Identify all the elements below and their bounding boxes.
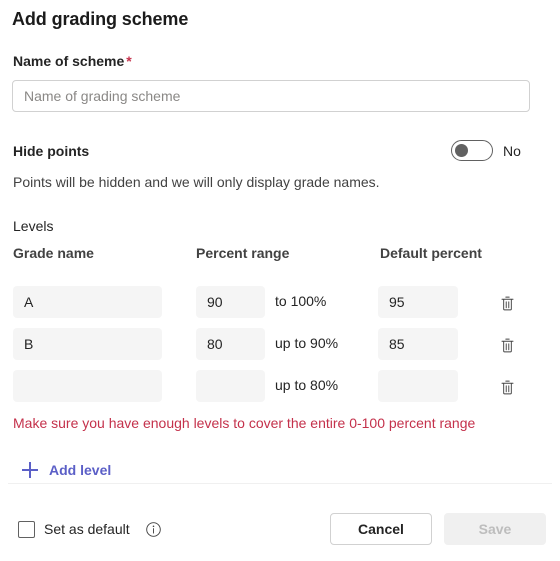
hide-points-description: Points will be hidden and we will only d… — [13, 174, 380, 190]
info-icon[interactable] — [145, 521, 162, 538]
column-header-percent-range: Percent range — [196, 245, 290, 261]
trash-icon — [501, 380, 513, 394]
table-row: to 100% — [0, 286, 560, 318]
range-text-2: up to 90% — [275, 335, 339, 351]
save-button: Save — [444, 513, 546, 545]
delete-level-button-3[interactable] — [494, 374, 520, 400]
column-header-grade-name: Grade name — [13, 245, 94, 261]
default-percent-input-2[interactable] — [378, 328, 458, 360]
grade-name-input-1[interactable] — [13, 286, 162, 318]
set-as-default-label: Set as default — [44, 521, 130, 537]
default-percent-input-1[interactable] — [378, 286, 458, 318]
trash-icon — [501, 338, 513, 352]
name-of-scheme-label: Name of scheme * — [13, 53, 132, 69]
delete-level-button-2[interactable] — [494, 332, 520, 358]
add-level-label: Add level — [49, 462, 112, 478]
hide-points-toggle-state: No — [503, 143, 521, 159]
plus-icon — [22, 462, 38, 478]
add-grading-scheme-panel: Add grading scheme Name of scheme* Hide … — [0, 0, 560, 561]
percent-input-3[interactable] — [196, 370, 265, 402]
add-level-button[interactable]: Add level — [22, 457, 111, 483]
range-text-1: to 100% — [275, 293, 327, 309]
trash-icon — [501, 296, 513, 310]
delete-level-button-1[interactable] — [494, 290, 520, 316]
range-text-3: up to 80% — [275, 377, 339, 393]
table-row: up to 80% — [0, 370, 560, 402]
percent-input-2[interactable] — [196, 328, 265, 360]
grade-name-input-3[interactable] — [13, 370, 162, 402]
hide-points-toggle[interactable] — [451, 140, 493, 161]
required-asterisk: * — [126, 53, 132, 69]
page-title: Add grading scheme — [12, 9, 189, 29]
footer-divider — [8, 483, 552, 484]
grade-name-input-2[interactable] — [13, 328, 162, 360]
levels-section-label: Levels — [13, 218, 54, 234]
cancel-button[interactable]: Cancel — [330, 513, 432, 545]
scheme-name-input[interactable] — [12, 80, 530, 112]
levels-error-message: Make sure you have enough levels to cove… — [13, 415, 476, 431]
column-header-default-percent: Default percent — [380, 245, 482, 261]
set-as-default-checkbox[interactable] — [18, 521, 35, 538]
toggle-knob — [455, 144, 468, 157]
default-percent-input-3[interactable] — [378, 370, 458, 402]
table-row: up to 90% — [0, 328, 560, 360]
percent-input-1[interactable] — [196, 286, 265, 318]
hide-points-label: Hide points — [13, 143, 90, 159]
name-of-scheme-label-text: Name of scheme — [13, 53, 125, 69]
